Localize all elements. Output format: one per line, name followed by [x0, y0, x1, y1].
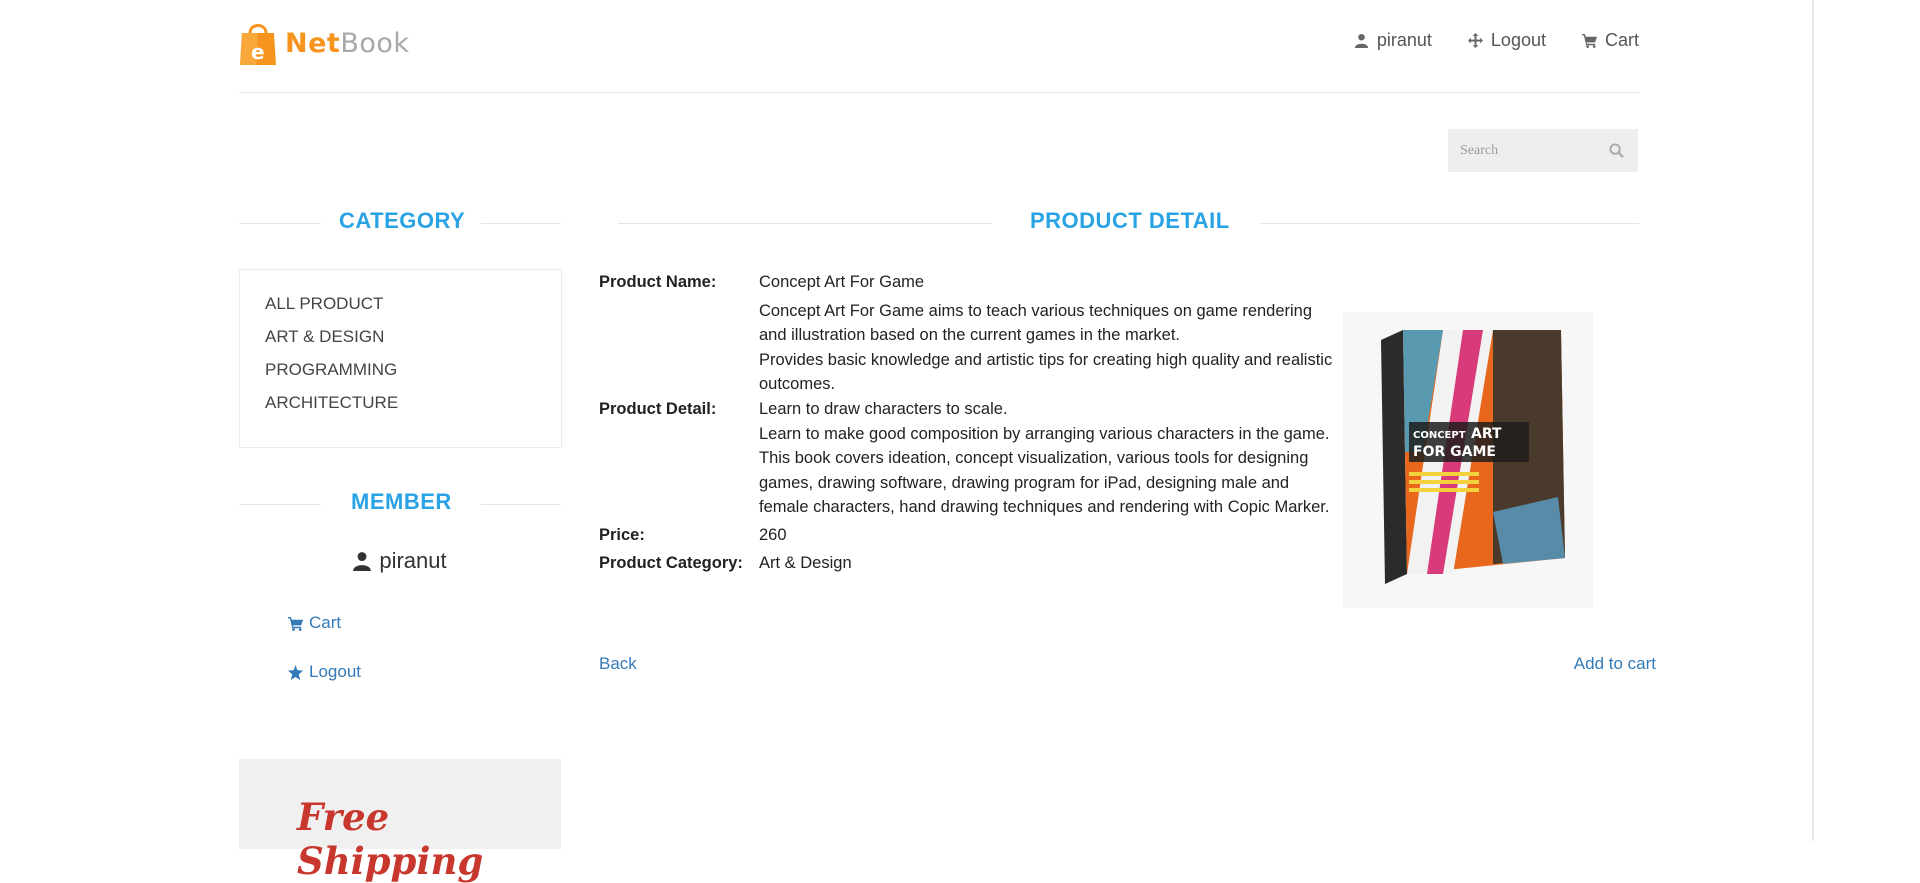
brand-name-part2: Book — [340, 27, 410, 59]
free-shipping-banner[interactable]: Free Shipping — [239, 759, 561, 883]
description-line: Concept Art For Game aims to teach vario… — [759, 301, 1313, 345]
product-name-row: Product Name: Concept Art For Game — [599, 270, 1339, 295]
price-value: 260 — [759, 525, 787, 544]
cover-title-line3: FOR GAME — [1413, 444, 1496, 460]
shopping-bag-logo-icon: e — [240, 24, 276, 65]
product-detail-heading: PRODUCT DETAIL — [618, 208, 1639, 238]
product-cover-image: CONCEPT ART FOR GAME — [1343, 312, 1593, 608]
product-description: Concept Art For Game aims to teach vario… — [759, 299, 1339, 520]
member-name-label: piranut — [379, 548, 447, 573]
svg-text:e: e — [251, 40, 265, 64]
category-item-all-product[interactable]: ALL PRODUCT — [265, 294, 561, 327]
price-label: Price: — [599, 525, 645, 544]
cover-title-line2: ART — [1471, 426, 1502, 442]
category-heading: CATEGORY — [239, 208, 561, 238]
top-nav: piranut Logout Cart — [1354, 30, 1639, 51]
nav-user-link[interactable]: piranut — [1354, 30, 1432, 51]
add-to-cart-link[interactable]: Add to cart — [1574, 654, 1656, 674]
cover-title-line1: CONCEPT — [1413, 430, 1466, 441]
free-shipping-text: Free Shipping — [297, 795, 484, 883]
product-detail-title: PRODUCT DETAIL — [1030, 208, 1230, 233]
member-logout-label: Logout — [309, 662, 361, 681]
search-box — [1448, 129, 1638, 172]
category-item-art-design[interactable]: ART & DESIGN — [265, 327, 561, 360]
nav-cart-link[interactable]: Cart — [1581, 30, 1639, 51]
member-heading: MEMBER — [239, 489, 561, 519]
category-item-architecture[interactable]: ARCHITECTURE — [265, 393, 561, 426]
move-arrows-icon — [1467, 33, 1483, 48]
nav-cart-label: Cart — [1604, 30, 1639, 50]
nav-user-label: piranut — [1376, 30, 1432, 50]
brand-name-part1: Net — [285, 27, 341, 59]
cart-icon — [288, 616, 303, 631]
product-name: Concept Art For Game — [759, 273, 925, 291]
member-name: piranut — [239, 548, 561, 574]
user-icon — [1354, 33, 1368, 48]
category-title: CATEGORY — [339, 208, 466, 233]
description-line: This book covers ideation, concept visua… — [759, 449, 1330, 517]
description-line: Provides basic knowledge and artistic ti… — [759, 350, 1333, 394]
member-logout-link[interactable]: Logout — [288, 662, 361, 682]
product-detail-table: Product Name: Concept Art For Game Produ… — [599, 270, 1339, 575]
cart-icon — [1581, 33, 1597, 48]
product-category-value: Art & Design — [759, 553, 852, 572]
description-line: Learn to make good composition by arrang… — [759, 424, 1330, 443]
page-right-border — [1812, 0, 1814, 841]
nav-logout-label: Logout — [1490, 30, 1546, 50]
product-name-label: Product Name: — [599, 273, 717, 291]
member-title: MEMBER — [351, 489, 452, 514]
site-logo[interactable]: e NetBook — [239, 18, 410, 68]
product-detail-row: Product Detail: Concept Art For Game aim… — [599, 299, 1339, 520]
price-row: Price: 260 — [599, 523, 1339, 548]
product-detail-label: Product Detail: — [599, 399, 717, 418]
product-category-label: Product Category: — [599, 553, 743, 572]
category-item-programming[interactable]: PROGRAMMING — [265, 360, 561, 393]
category-row: Product Category: Art & Design — [599, 551, 1339, 576]
description-line: Learn to draw characters to scale. — [759, 399, 1008, 418]
search-icon[interactable] — [1609, 143, 1624, 158]
search-input[interactable] — [1448, 129, 1600, 172]
site-header: e NetBook piranut Logout Cart — [239, 0, 1639, 93]
nav-logout-link[interactable]: Logout — [1467, 30, 1546, 51]
member-cart-label: Cart — [309, 613, 342, 632]
category-list-box: ALL PRODUCT ART & DESIGN PROGRAMMING ARC… — [239, 269, 562, 448]
back-link[interactable]: Back — [599, 654, 637, 674]
star-icon — [288, 664, 303, 680]
member-cart-link[interactable]: Cart — [288, 613, 341, 633]
user-icon — [353, 552, 372, 571]
